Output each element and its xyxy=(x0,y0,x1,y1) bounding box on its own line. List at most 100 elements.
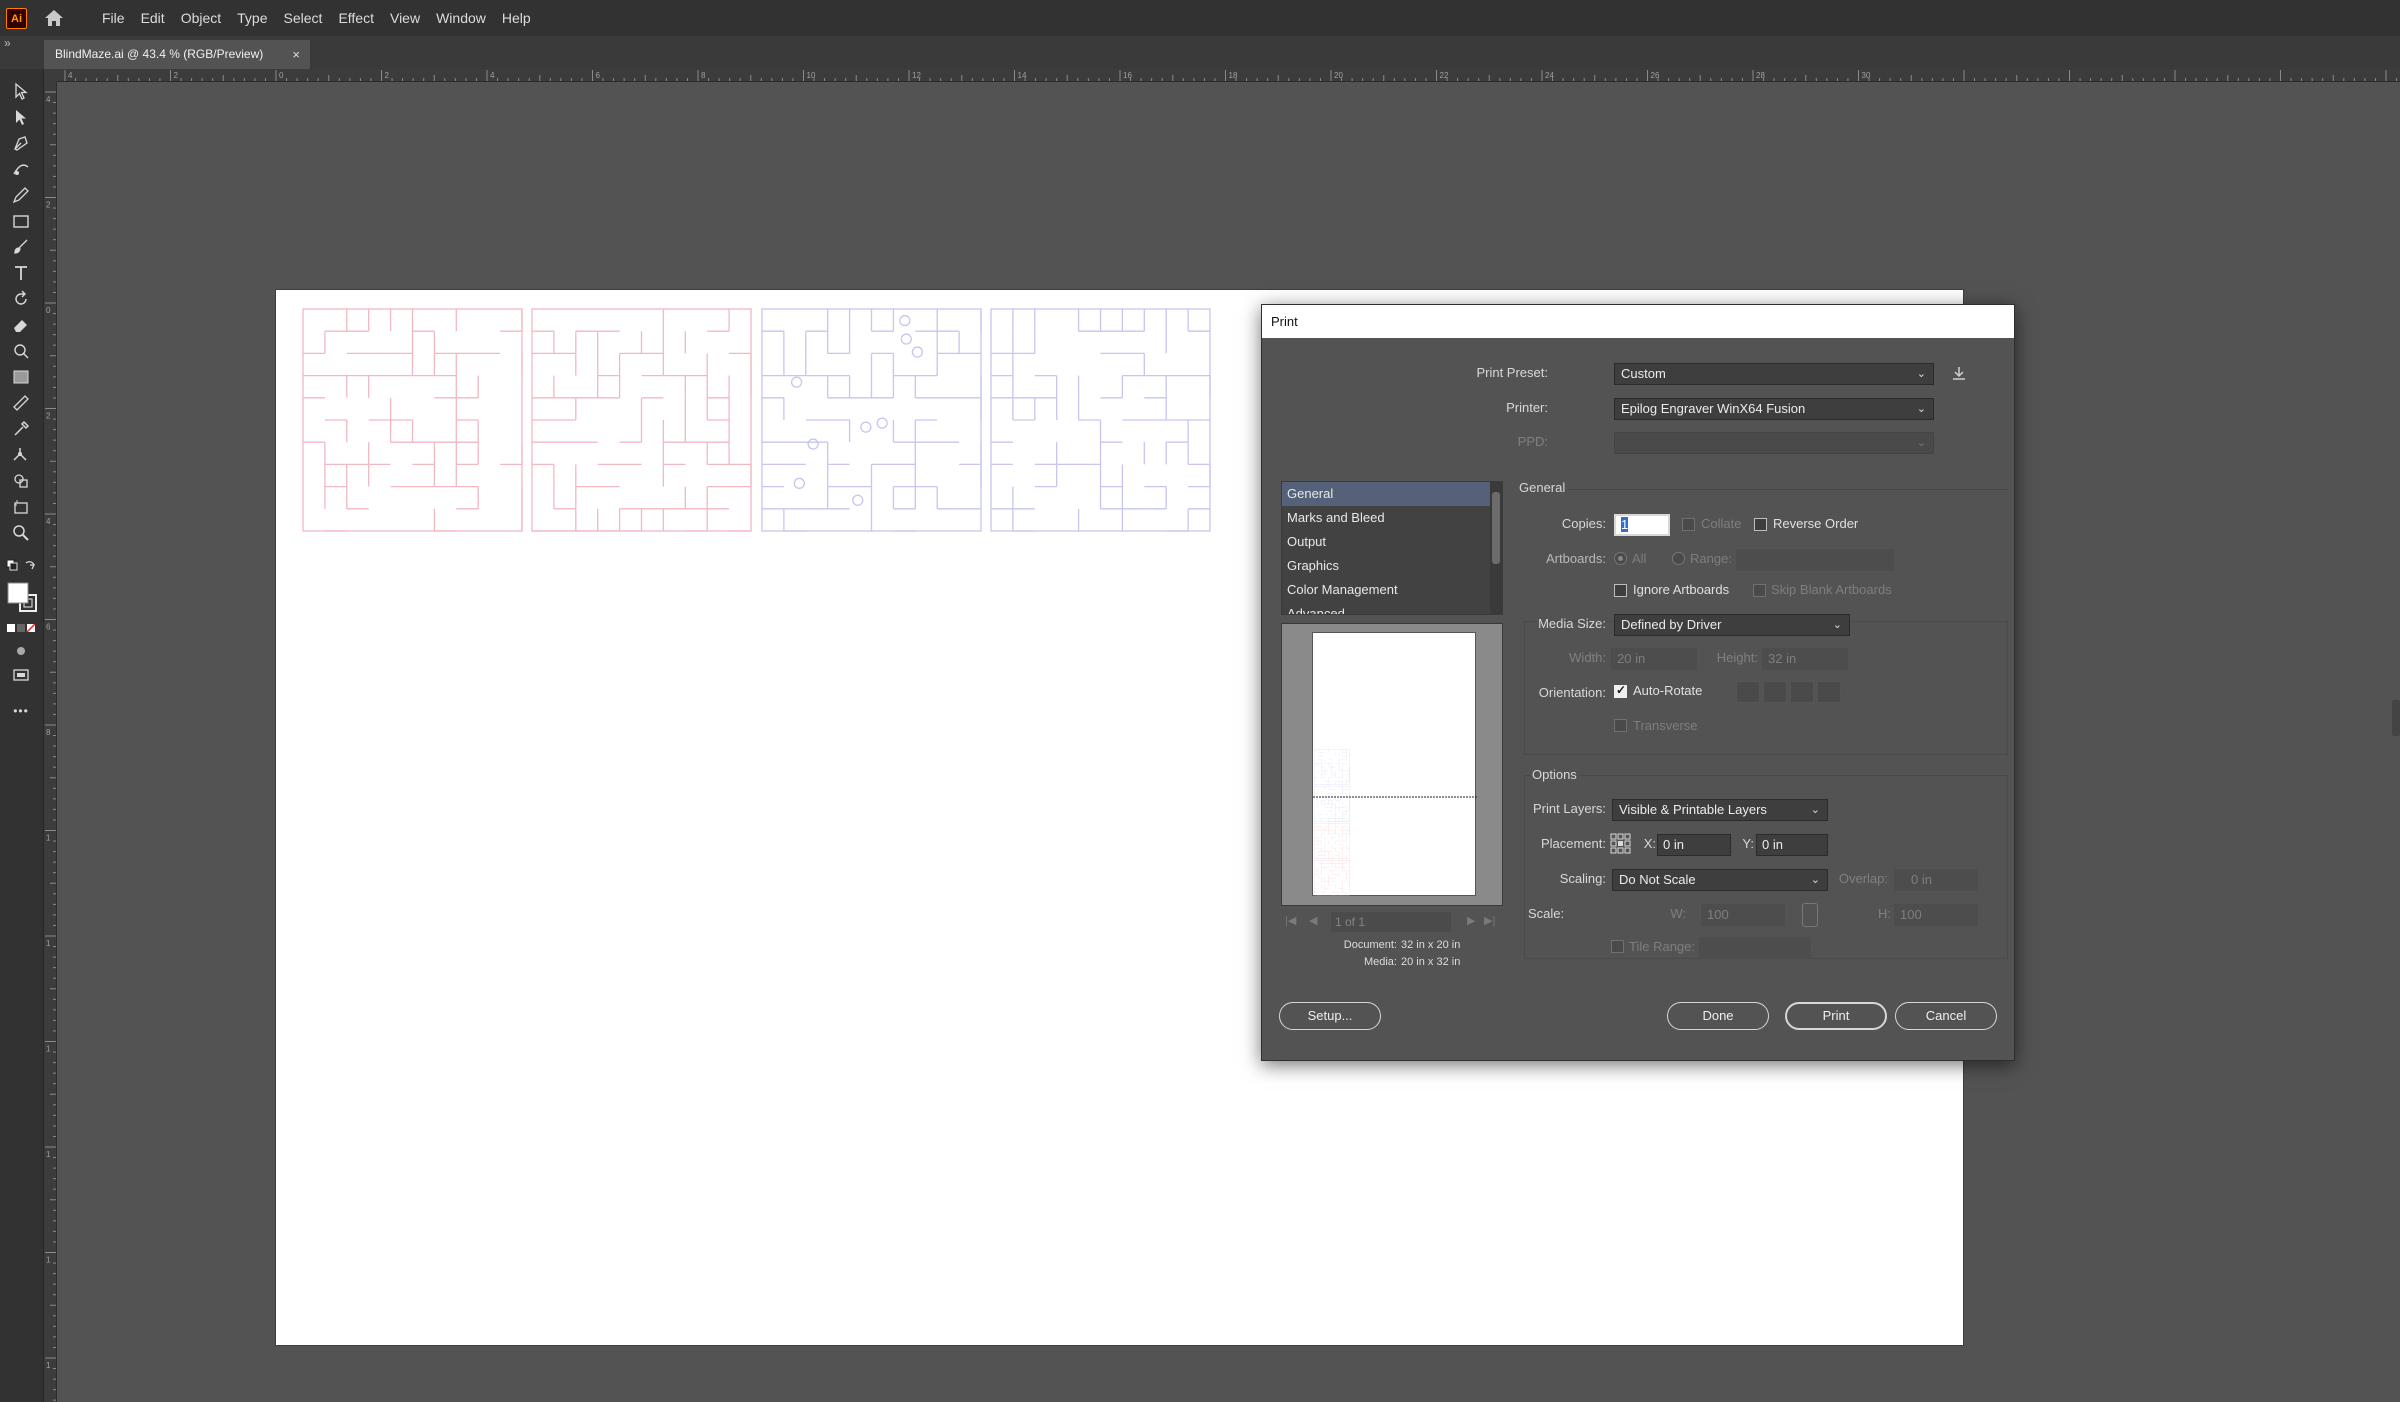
vertical-ruler[interactable]: 4 2 0 2 4 6 8 1 1 1 1 1 1 xyxy=(44,82,57,1402)
scale-w-value: 100 xyxy=(1707,907,1729,922)
menu-view[interactable]: View xyxy=(382,0,428,36)
curvature-tool-icon[interactable] xyxy=(8,157,34,181)
direct-selection-tool-icon[interactable] xyxy=(8,105,34,129)
scale-h-value: 100 xyxy=(1900,907,1922,922)
placement-grid-icon[interactable] xyxy=(1609,832,1631,854)
tile-range-input xyxy=(1699,937,1811,959)
canvas-scrollbar[interactable] xyxy=(2392,700,2400,736)
ruler-tick-label: 0 xyxy=(279,71,284,80)
media-size-select[interactable]: Defined by Driver ⌄ xyxy=(1614,614,1850,636)
artboard-tool-icon[interactable] xyxy=(8,495,34,519)
placement-x-label: X: xyxy=(1643,836,1656,851)
save-preset-icon[interactable] xyxy=(1948,363,1970,385)
print-preset-select[interactable]: Custom ⌄ xyxy=(1614,363,1934,385)
gradient-tool-icon[interactable] xyxy=(8,365,34,389)
skip-blank-artboards-checkbox xyxy=(1753,584,1766,597)
category-scrollbar[interactable] xyxy=(1490,482,1502,614)
category-general[interactable]: General xyxy=(1282,482,1502,506)
printer-select[interactable]: Epilog Engraver WinX64 Fusion ⌄ xyxy=(1614,398,1934,420)
rotate-tool-icon[interactable] xyxy=(8,287,34,311)
screen-mode-icon[interactable] xyxy=(8,663,34,687)
draw-mode-icon[interactable] xyxy=(8,639,34,663)
pencil-tool-icon[interactable] xyxy=(8,183,34,207)
print-preset-value: Custom xyxy=(1621,366,1666,381)
category-color-management[interactable]: Color Management xyxy=(1282,578,1502,602)
setup-button[interactable]: Setup... xyxy=(1279,1002,1381,1030)
warp-tool-icon[interactable] xyxy=(8,339,34,363)
overlap-value: 0 in xyxy=(1911,872,1932,887)
printer-label: Printer: xyxy=(1506,400,1548,415)
pen-tool-icon[interactable] xyxy=(8,131,34,155)
measure-tool-icon[interactable] xyxy=(8,391,34,415)
ruler-tick-label: 2 xyxy=(46,201,51,210)
more-tools-icon[interactable]: ••• xyxy=(8,699,34,723)
placement-x-value: 0 in xyxy=(1663,837,1684,852)
scale-w-input: 100 xyxy=(1701,904,1785,926)
print-button[interactable]: Print xyxy=(1785,1002,1887,1030)
reverse-order-checkbox[interactable] xyxy=(1754,518,1767,531)
ruler-tick-label: 6 xyxy=(46,623,51,632)
menu-file[interactable]: File xyxy=(94,0,133,36)
color-mode-icons[interactable] xyxy=(4,617,40,641)
preview-maze xyxy=(1314,823,1350,859)
paintbrush-tool-icon[interactable] xyxy=(8,235,34,259)
category-advanced[interactable]: Advanced xyxy=(1282,602,1502,614)
print-category-list[interactable]: General Marks and Bleed Output Graphics … xyxy=(1281,481,1503,615)
menu-type[interactable]: Type xyxy=(229,0,275,36)
menu-help[interactable]: Help xyxy=(494,0,539,36)
ignore-artboards-checkbox[interactable] xyxy=(1614,584,1627,597)
placement-x-input[interactable]: 0 in xyxy=(1657,834,1731,856)
preview-maze xyxy=(1314,860,1350,896)
tile-range-label: Tile Range: xyxy=(1629,939,1695,954)
toolbar-collapse-icon[interactable]: » xyxy=(4,36,11,50)
main-menu: File Edit Object Type Select Effect View… xyxy=(94,0,539,36)
ruler-tick-label: 14 xyxy=(1018,71,1027,80)
ruler-tick-label: 2 xyxy=(174,71,179,80)
menu-window[interactable]: Window xyxy=(428,0,494,36)
eyedropper-tool-icon[interactable] xyxy=(8,417,34,441)
puppet-warp-tool-icon[interactable] xyxy=(8,443,34,467)
scaling-select[interactable]: Do Not Scale ⌄ xyxy=(1612,869,1828,891)
transverse-label: Transverse xyxy=(1633,718,1698,733)
copies-label: Copies: xyxy=(1561,516,1606,531)
scaling-label: Scaling: xyxy=(1559,871,1606,886)
menu-edit[interactable]: Edit xyxy=(133,0,173,36)
done-button[interactable]: Done xyxy=(1667,1002,1769,1030)
height-value: 32 in xyxy=(1768,651,1797,666)
copies-input[interactable]: 1 xyxy=(1614,514,1670,536)
maze-2 xyxy=(531,308,752,532)
menu-effect[interactable]: Effect xyxy=(330,0,382,36)
document-tab[interactable]: BlindMaze.ai @ 43.4 % (RGB/Preview) × xyxy=(44,40,310,69)
constrain-proportions-icon xyxy=(1802,903,1818,927)
shape-builder-tool-icon[interactable] xyxy=(8,469,34,493)
type-tool-icon[interactable] xyxy=(8,261,34,285)
print-preview[interactable] xyxy=(1281,623,1503,906)
landscape-orientation-icon xyxy=(1763,681,1787,703)
scale-h-input: 100 xyxy=(1894,904,1978,926)
chevron-down-icon: ⌄ xyxy=(1916,368,1926,380)
height-label: Height: xyxy=(1716,650,1758,665)
default-colors-icon[interactable] xyxy=(4,555,40,579)
eraser-tool-icon[interactable] xyxy=(8,313,34,337)
next-page-icon: ▶ xyxy=(1467,915,1476,927)
ppd-select: ⌄ xyxy=(1614,432,1934,454)
print-layers-select[interactable]: Visible & Printable Layers ⌄ xyxy=(1612,799,1828,821)
general-section-title: General xyxy=(1519,480,1566,495)
ruler-tick-label: 2 xyxy=(46,412,51,421)
rectangle-tool-icon[interactable] xyxy=(8,209,34,233)
cancel-button[interactable]: Cancel xyxy=(1895,1002,1997,1030)
chevron-down-icon: ⌄ xyxy=(1810,874,1820,886)
print-layers-value: Visible & Printable Layers xyxy=(1619,802,1767,817)
zoom-tool-icon[interactable] xyxy=(8,521,34,545)
auto-rotate-checkbox[interactable] xyxy=(1614,683,1627,698)
close-icon[interactable]: × xyxy=(292,40,300,69)
selection-tool-icon[interactable] xyxy=(8,79,34,103)
horizontal-ruler[interactable]: 4 2 0 2 4 6 8 10 12 14 16 18 20 22 24 26 28 30 xyxy=(57,69,2400,82)
printer-value: Epilog Engraver WinX64 Fusion xyxy=(1621,401,1806,416)
collate-checkbox xyxy=(1682,518,1695,531)
placement-y-input[interactable]: 0 in xyxy=(1756,834,1828,856)
fill-stroke-swatch[interactable] xyxy=(4,579,40,615)
menu-select[interactable]: Select xyxy=(276,0,331,36)
home-icon[interactable] xyxy=(42,7,66,29)
menu-object[interactable]: Object xyxy=(173,0,229,36)
